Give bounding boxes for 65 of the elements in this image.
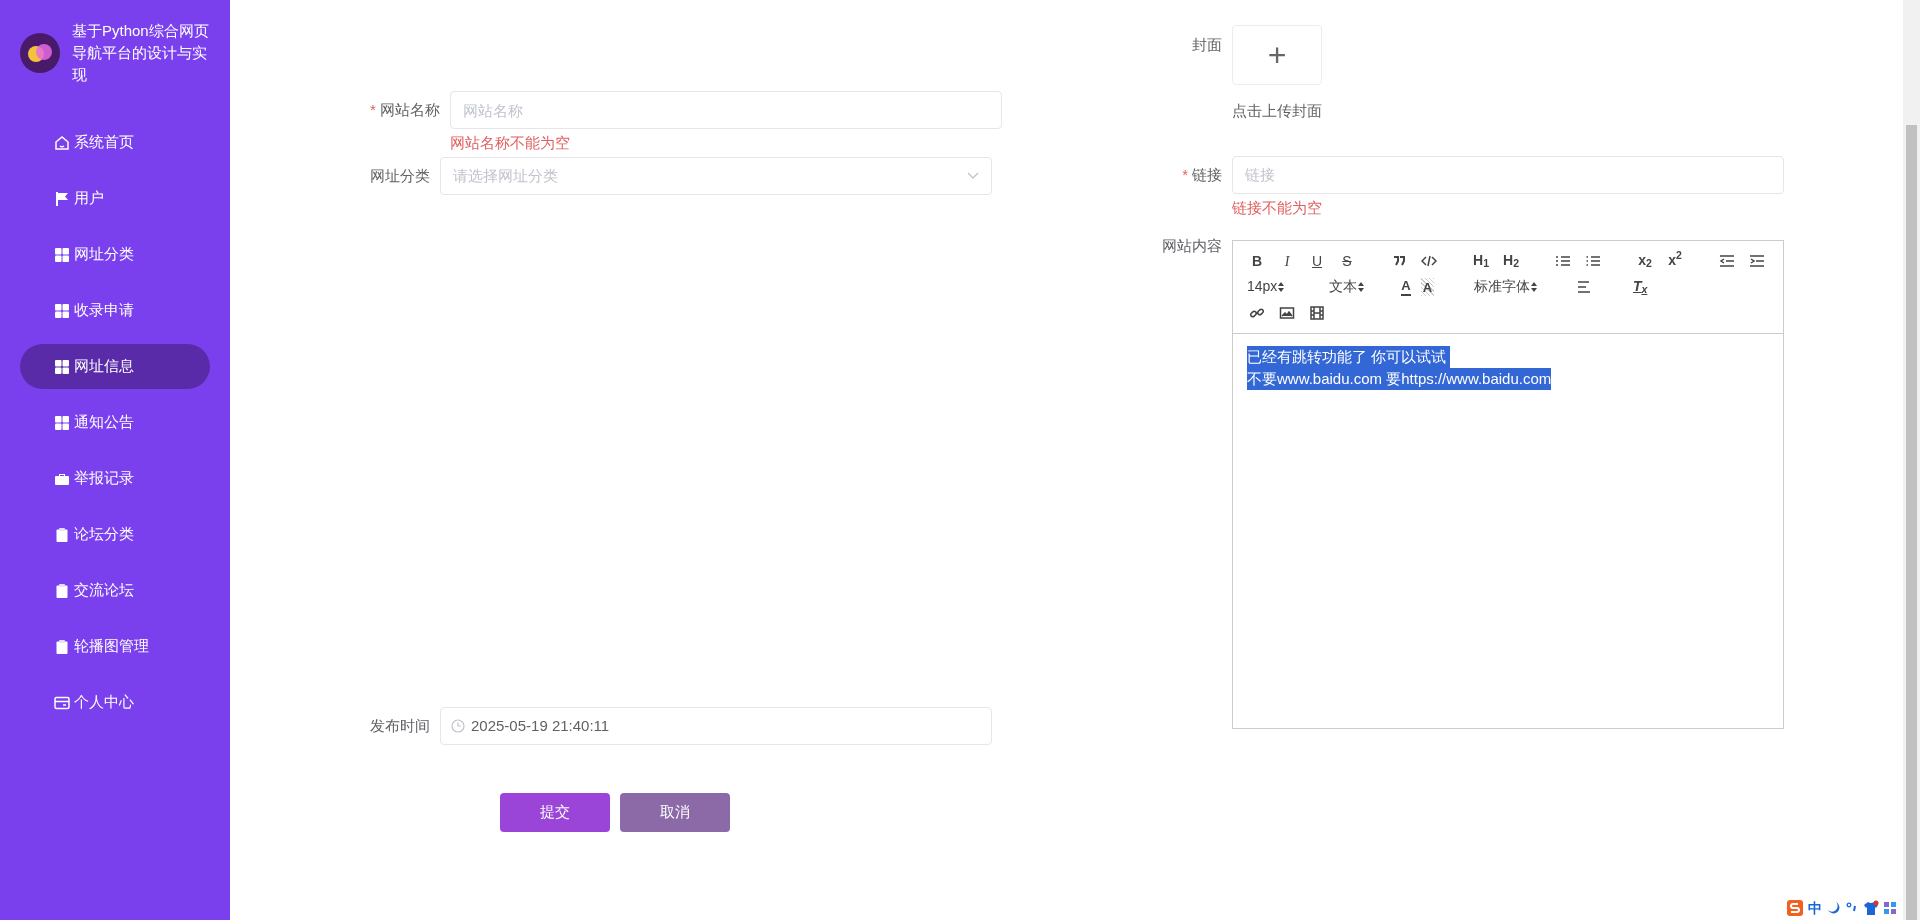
sidebar-item[interactable]: 交流论坛	[20, 568, 210, 613]
strike-button[interactable]: S	[1337, 250, 1357, 271]
input-field[interactable]: 网站名称	[449, 91, 1002, 129]
bold-button[interactable]: B	[1247, 250, 1267, 271]
field-label: * 网站名称	[370, 100, 441, 120]
sort-icon	[1530, 280, 1539, 293]
sidebar-item[interactable]: 轮播图管理	[20, 624, 210, 669]
underline-button[interactable]: U	[1307, 250, 1327, 271]
script-button[interactable]: x$^{2}$	[1665, 250, 1685, 271]
clipboard-icon	[54, 526, 70, 543]
field-label: 网站内容	[1161, 235, 1223, 256]
picker-dropdown[interactable]: 标准字体	[1474, 276, 1539, 297]
home-icon	[54, 134, 70, 151]
clear-format-button[interactable]: T$_{x}$	[1630, 276, 1651, 297]
logo-icon	[20, 33, 60, 73]
card-icon	[54, 694, 70, 711]
app-title: 基于Python综合网页导航平台的设计与实现	[72, 21, 210, 85]
error-message: 网站名称不能为空	[449, 133, 571, 153]
sidebar-item[interactable]: 个人中心	[20, 680, 210, 725]
field-label: 发布时间	[370, 716, 431, 736]
grid-icon	[54, 302, 70, 319]
upload-hint: 点击上传封面	[1232, 101, 1322, 121]
field-label: * 链接	[1181, 164, 1223, 185]
sidebar-item[interactable]: 系统首页	[20, 120, 210, 165]
ime-mode-text[interactable]: 中	[1808, 897, 1822, 919]
scrollbar[interactable]	[1903, 0, 1920, 920]
sidebar-item[interactable]: 通知公告	[20, 400, 210, 445]
italic-button[interactable]: I	[1277, 250, 1297, 271]
error-message: 链接不能为空	[1232, 197, 1323, 218]
sort-icon	[1277, 280, 1286, 293]
script-button[interactable]: x$_{2}$	[1635, 250, 1655, 271]
picker-dropdown[interactable]: 文本	[1329, 276, 1366, 297]
heading-button[interactable]: H$_{1}$	[1471, 250, 1491, 271]
date-field[interactable]: 2025-05-19 21:40:11	[440, 707, 992, 745]
clock-icon	[451, 719, 465, 733]
moon-icon[interactable]	[1827, 901, 1841, 915]
selected-text: 已经有跳转功能了 你可以试试	[1247, 345, 1451, 368]
heading-button[interactable]: H$_{2}$	[1501, 250, 1521, 271]
clipboard-icon	[54, 582, 70, 599]
upload-button[interactable]: +	[1232, 25, 1322, 85]
text-color-button[interactable]: A	[1401, 277, 1411, 296]
chevron-down-icon	[967, 172, 979, 180]
submit-button[interactable]: 提交	[500, 793, 610, 832]
sidebar-item[interactable]: 论坛分类	[20, 512, 210, 557]
shirt-icon[interactable]	[1863, 900, 1879, 916]
field-label: 封面	[1191, 35, 1223, 55]
sidebar-item[interactable]: 收录申请	[20, 288, 210, 333]
flag-icon	[54, 190, 70, 207]
selected-text: 不要www.baidu.com 要https://www.baidu.com	[1247, 367, 1552, 390]
grid-icon	[54, 358, 70, 375]
cancel-button[interactable]: 取消	[620, 793, 730, 832]
field-label: 网址分类	[370, 166, 431, 186]
scrollbar-thumb[interactable]	[1906, 125, 1917, 920]
picker-dropdown[interactable]: 14px	[1247, 276, 1286, 297]
background-color-button[interactable]: A	[1420, 277, 1435, 296]
grid-icon	[54, 246, 70, 263]
sidebar-item[interactable]: 用户	[20, 176, 210, 221]
sidebar-item[interactable]: 网址信息	[20, 344, 210, 389]
sidebar-item[interactable]: 网址分类	[20, 232, 210, 277]
grid-icon[interactable]	[1884, 901, 1896, 915]
grid-icon	[54, 414, 70, 431]
sidebar-item[interactable]: 举报记录	[20, 456, 210, 501]
input-field[interactable]: 链接	[1232, 155, 1784, 194]
clipboard-icon	[54, 638, 70, 655]
sort-icon	[1357, 280, 1366, 293]
